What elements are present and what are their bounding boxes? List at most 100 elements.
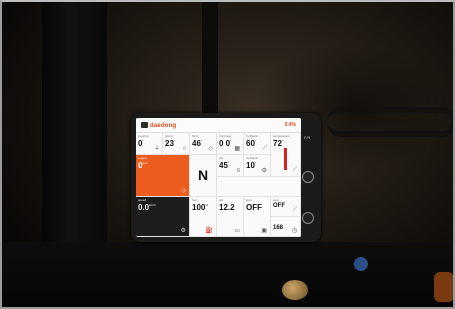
gear-value: N — [197, 167, 209, 183]
dashboard — [2, 242, 453, 307]
grab-handle — [327, 107, 453, 137]
tile-label: hitch — [192, 134, 199, 138]
tile-label: front/rear — [219, 134, 232, 138]
brand-mark-icon — [141, 122, 148, 128]
value-text: 60 — [246, 139, 255, 148]
tile-value: 168 — [273, 225, 283, 231]
value-text: 72 — [273, 139, 282, 148]
tile-value: 45° — [219, 161, 229, 170]
screen-header: daedong 0.4% — [136, 118, 301, 133]
tile-label: hydraulic — [246, 134, 259, 138]
tile-value: 0° — [138, 139, 144, 148]
value-text: OFF — [246, 203, 262, 212]
photo-scene: daedong 0.4% steering 0° ⟂ 3point 23° ○ … — [0, 0, 455, 309]
tile-label: hydraulic — [246, 156, 259, 160]
tile-steering[interactable]: steering 0° ⟂ — [136, 133, 163, 155]
orange-control-knob — [434, 272, 453, 302]
unit: ° — [142, 139, 144, 143]
cog-icon: ⚙ — [261, 168, 267, 174]
tile-value: 12.2 — [219, 203, 235, 212]
tile-label: temperature — [273, 134, 290, 138]
unit: ° — [173, 139, 176, 143]
tile-value: 0rpm — [138, 161, 148, 170]
tile-label: auto — [273, 198, 279, 202]
brand-name: daedong — [150, 123, 177, 129]
tile-label: steering — [138, 134, 149, 138]
tile-spacer — [217, 177, 301, 197]
value-text: 23 — [165, 139, 174, 148]
side-button-top[interactable] — [302, 171, 314, 183]
tile-engine[interactable]: engine 0rpm ◇ — [136, 155, 190, 197]
tile-value: OFF — [273, 203, 285, 209]
header-value: 0.4% — [284, 122, 296, 128]
terminal-screen: daedong 0.4% steering 0° ⟂ 3point 23° ○ … — [136, 118, 301, 237]
tile-hydraulic[interactable]: hydraulic 60° ⟋ — [244, 133, 271, 155]
control-knob — [282, 280, 308, 300]
terminal-mount-arm — [202, 2, 218, 117]
value-text: 45 — [219, 161, 228, 170]
battery-icon: ▭ — [234, 228, 240, 234]
tile-hydraulic-2[interactable]: hydraulic 10° ⚙ — [244, 155, 271, 177]
tile-label: 3point — [165, 134, 174, 138]
value-text: 0 0 — [219, 139, 231, 148]
value-text: 0.0 — [138, 203, 150, 212]
value-text: 100 — [192, 203, 206, 212]
tile-value: 60° — [246, 139, 256, 148]
tile-value: 46° — [192, 139, 202, 148]
value-text: OFF — [273, 203, 285, 209]
tile-label: ptg — [219, 156, 224, 160]
tile-fuel[interactable]: fuel 100% ⛽ — [190, 197, 217, 237]
brand-logo: daedong — [141, 122, 176, 129]
tile-value: 10° — [246, 161, 256, 170]
steering-icon: ⟂ — [154, 145, 159, 151]
side-button-bottom[interactable] — [302, 212, 314, 224]
lever-icon: ⟋ — [262, 145, 267, 151]
tile-3point[interactable]: 3point 23° ○ — [163, 133, 190, 155]
tile-label: def — [219, 198, 224, 202]
grid-icon: ▦ — [234, 146, 240, 152]
tile-gear[interactable]: N — [190, 155, 217, 197]
display-terminal: daedong 0.4% steering 0° ⟂ 3point 23° ○ … — [131, 113, 321, 242]
unit: km/h — [149, 203, 156, 207]
clock-icon: ◷ — [291, 228, 297, 234]
unit: ° — [281, 139, 284, 143]
thermometer-icon: ⟋ — [292, 167, 297, 173]
tile-speed[interactable]: speed 0.0km/h ⚙ — [136, 197, 190, 237]
cog-icon: ⚙ — [180, 228, 186, 234]
tile-hours[interactable]: 168 ◷ — [271, 217, 301, 237]
tile-temperature[interactable]: temperature 72° ⟋ — [271, 133, 301, 177]
fuel-icon: ⛽ — [205, 228, 213, 234]
unit: ° — [200, 139, 203, 143]
engine-icon: ◇ — [181, 188, 186, 194]
value-text: 168 — [273, 225, 284, 231]
tile-value: 0.0km/h — [138, 203, 156, 212]
unit: ° — [227, 161, 230, 165]
temperature-bar — [284, 148, 287, 170]
gauge-icon: ○ — [182, 146, 186, 152]
side-label: F/R — [304, 135, 311, 140]
tile-label: auto — [246, 198, 252, 202]
tile-value: 23° — [165, 139, 175, 148]
blue-control-knob — [354, 257, 368, 271]
tile-def[interactable]: def 12.2 ▭ — [217, 197, 244, 237]
unit: ° — [254, 139, 257, 143]
unit: ° — [230, 139, 232, 143]
tile-auto-2[interactable]: auto OFF ⟋ — [271, 197, 301, 217]
tile-label: speed — [138, 198, 147, 202]
lines-icon: ≡ — [236, 168, 240, 174]
box-icon: ▣ — [261, 228, 267, 234]
unit: % — [205, 203, 209, 207]
lever-icon: ⟋ — [292, 207, 297, 213]
tile-label: engine — [138, 156, 148, 160]
tile-ptg[interactable]: ptg 45° ≡ — [217, 155, 244, 177]
value-text: 10 — [246, 161, 255, 170]
value-text: 46 — [192, 139, 201, 148]
tile-value: OFF — [246, 203, 262, 212]
value-text: 12.2 — [219, 203, 235, 212]
hitch-icon: ◇ — [208, 146, 213, 152]
tile-front-rear[interactable]: front/rear 0 0° ▦ — [217, 133, 244, 155]
tile-label: fuel — [192, 198, 197, 202]
unit: rpm — [142, 161, 148, 165]
tile-hitch[interactable]: hitch 46° ◇ — [190, 133, 217, 155]
tile-auto[interactable]: auto OFF ▣ — [244, 197, 271, 237]
